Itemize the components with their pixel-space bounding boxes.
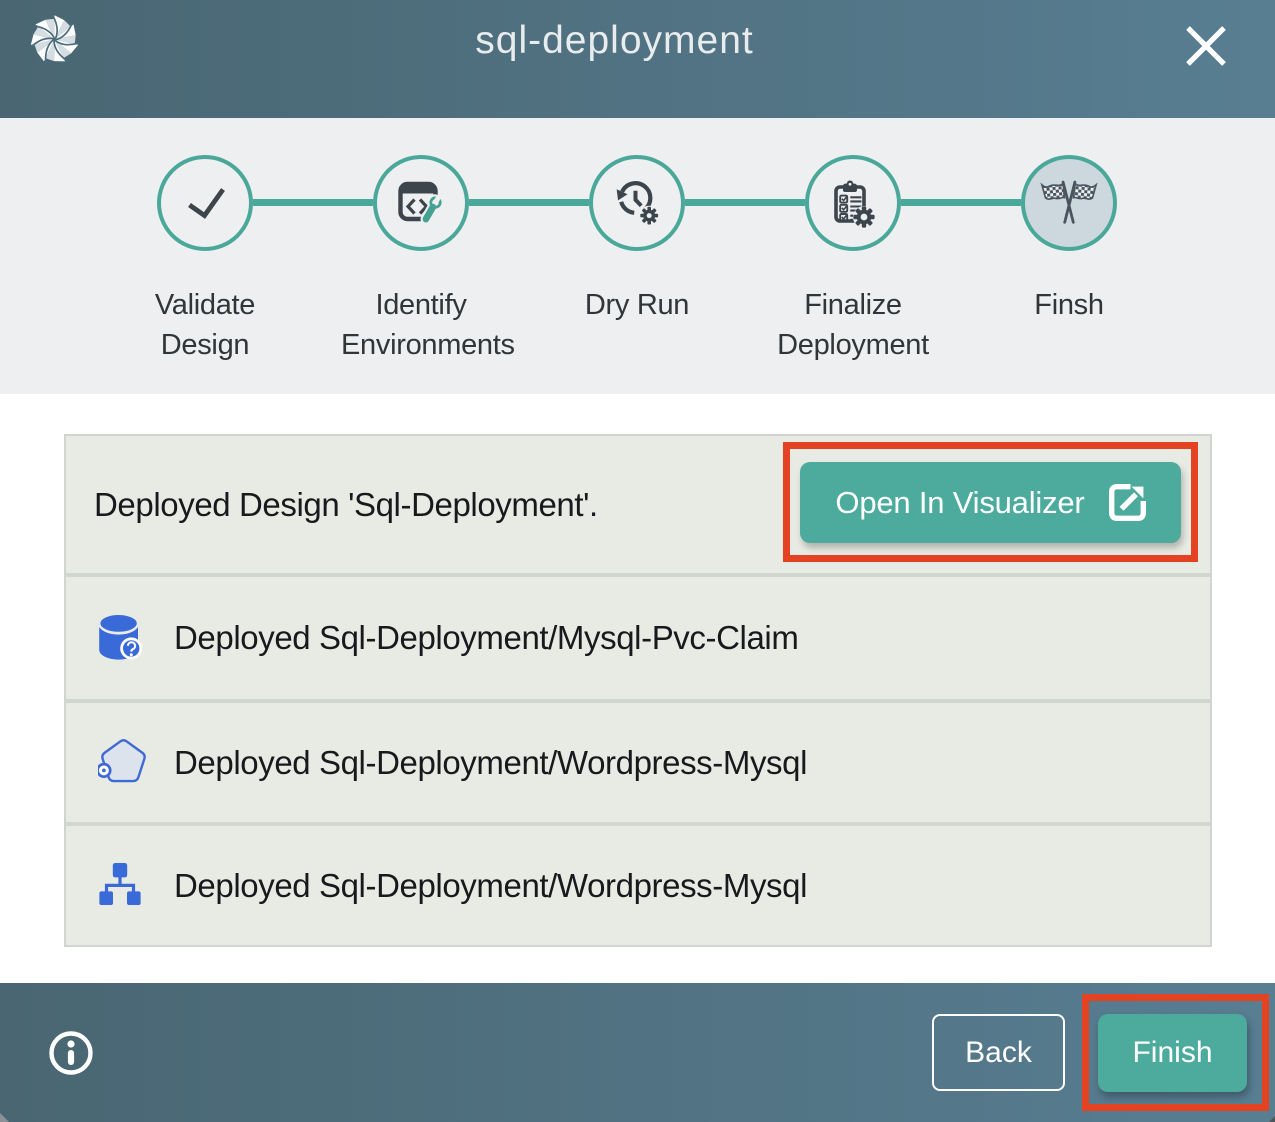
step-circle-identify-environments[interactable]: [373, 155, 469, 251]
dry-run-history-gear-icon: [611, 177, 663, 229]
clipboard-gear-icon: [827, 177, 879, 229]
step-finsh: [961, 118, 1177, 251]
finish-button[interactable]: Finish: [1098, 1014, 1247, 1092]
deployed-item-text: Deployed Sql-Deployment/Wordpress-Mysql: [174, 744, 807, 782]
close-button[interactable]: [1180, 20, 1232, 72]
step-label-identify-environments: Identify Environments: [313, 285, 529, 365]
pentagon-icon-svg: [98, 738, 149, 786]
hierarchy-icon-svg: [98, 861, 142, 907]
info-icon: [48, 1030, 94, 1076]
deployed-design-row: Deployed Design 'Sql-Deployment'. Open I…: [66, 436, 1210, 573]
step-finalize-deployment: [745, 118, 961, 251]
info-button[interactable]: [48, 1030, 94, 1076]
deployed-item-row-mysql-pvc-claim: Deployed Sql-Deployment/Mysql-Pvc-Claim: [66, 577, 1210, 699]
step-label-finalize-deployment: Finalize Deployment: [745, 285, 961, 365]
modal-footer: [0, 983, 1275, 1122]
code-window-wrench-icon: [395, 177, 447, 229]
checkered-flags-icon: [1040, 174, 1098, 232]
database-icon-svg: [98, 613, 142, 661]
deployed-item-row-wordpress-mysql-2: Deployed Sql-Deployment/Wordpress-Mysql: [66, 826, 1210, 945]
step-label-finsh: Finsh: [961, 285, 1177, 325]
deployed-item-row-wordpress-mysql-1: Deployed Sql-Deployment/Wordpress-Mysql: [66, 703, 1210, 822]
external-link-icon: [1109, 484, 1146, 521]
step-circle-validate-design[interactable]: [157, 155, 253, 251]
page-corner-bottom-left: [0, 1113, 9, 1122]
close-icon: [1185, 25, 1227, 67]
back-button[interactable]: Back: [932, 1014, 1065, 1091]
step-circle-finalize-deployment[interactable]: [805, 155, 901, 251]
step-dry-run: [529, 118, 745, 251]
modal-header: sql-deployment: [0, 0, 1275, 118]
hierarchy-icon: [98, 861, 148, 911]
deployed-item-text: Deployed Sql-Deployment/Wordpress-Mysql: [174, 867, 807, 905]
step-identify-environments: [313, 118, 529, 251]
open-in-visualizer-button[interactable]: Open In Visualizer: [800, 462, 1181, 543]
open-in-visualizer-label: Open In Visualizer: [835, 485, 1084, 521]
deployed-item-text: Deployed Sql-Deployment/Mysql-Pvc-Claim: [174, 619, 798, 657]
deployment-stepper: Validate Design Identify: [0, 118, 1275, 394]
database-icon: [98, 613, 148, 663]
deployment-results: Deployed Design 'Sql-Deployment'. Open I…: [64, 434, 1212, 947]
modal-title: sql-deployment: [0, 19, 1229, 63]
page-corner-bottom-right: [1269, 1116, 1275, 1122]
check-icon: [180, 178, 230, 228]
step-label-dry-run: Dry Run: [529, 285, 745, 325]
step-label-validate-design: Validate Design: [97, 285, 313, 365]
deployed-design-text: Deployed Design 'Sql-Deployment'.: [94, 486, 598, 524]
step-circle-dry-run[interactable]: [589, 155, 685, 251]
deployment-wizard-modal: sql-deployment Validate Design: [0, 0, 1275, 1122]
step-circle-finsh[interactable]: [1021, 155, 1117, 251]
step-validate-design: [97, 118, 313, 251]
pentagon-icon: [98, 738, 148, 788]
